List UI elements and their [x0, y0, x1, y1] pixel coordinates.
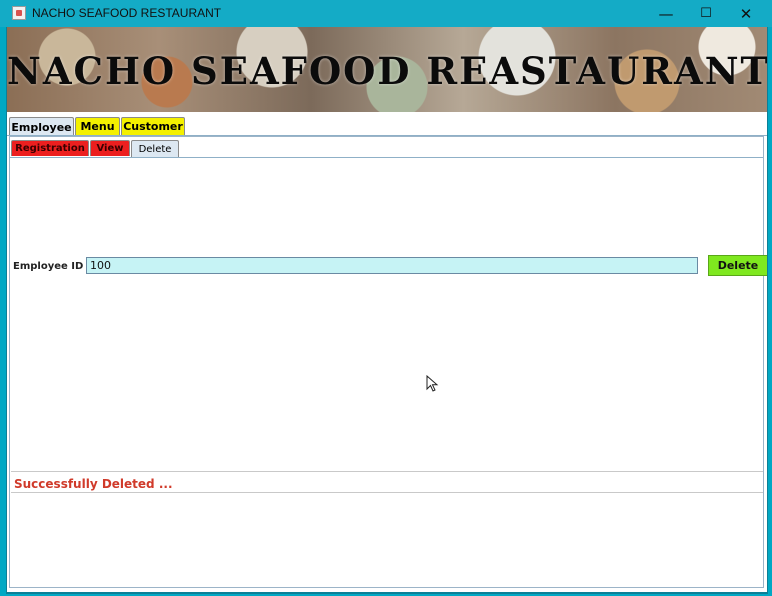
tab-menu[interactable]: Menu — [75, 117, 120, 135]
employee-id-label: Employee ID : — [13, 261, 91, 272]
title-bar: NACHO SEAFOOD RESTAURANT — ☐ ✕ — [0, 0, 772, 27]
mouse-pointer-icon — [426, 375, 439, 392]
tab-delete[interactable]: Delete — [131, 140, 179, 157]
tab-registration[interactable]: Registration — [11, 140, 89, 156]
tab-view[interactable]: View — [90, 140, 130, 156]
window-title: NACHO SEAFOOD RESTAURANT — [32, 6, 222, 20]
status-divider-top — [11, 471, 763, 472]
sub-tab-divider — [10, 157, 763, 158]
app-icon — [12, 6, 26, 20]
maximize-button[interactable]: ☐ — [686, 0, 726, 27]
status-message: Successfully Deleted ... — [14, 477, 173, 491]
status-divider-bottom — [11, 492, 763, 493]
app-window: NACHO SEAFOOD RESTAURANT — ☐ ✕ NACHO SEA… — [0, 0, 772, 596]
delete-form: Employee ID : 100 Delete Successfully De… — [11, 159, 767, 587]
tab-employee[interactable]: Employee — [9, 117, 74, 136]
banner-title: NACHO SEAFOOD REASTAURANT — [7, 49, 767, 93]
main-content: NACHO SEAFOOD REASTAURANT Employee Menu … — [6, 27, 768, 594]
tab-customer[interactable]: Customer — [121, 117, 185, 135]
employee-panel: Registration View Delete Employee ID : 1… — [9, 136, 767, 588]
minimize-button[interactable]: — — [646, 0, 686, 27]
employee-id-input[interactable]: 100 — [86, 257, 698, 274]
banner-image: NACHO SEAFOOD REASTAURANT — [7, 27, 767, 112]
delete-button[interactable]: Delete — [708, 255, 767, 276]
close-button[interactable]: ✕ — [726, 0, 766, 27]
